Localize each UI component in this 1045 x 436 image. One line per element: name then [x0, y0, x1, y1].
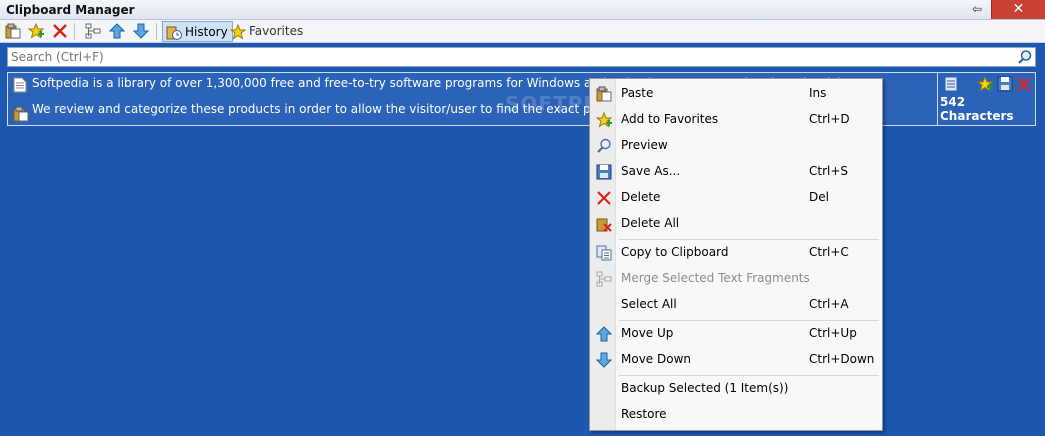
toolbar: History Favorites — [0, 20, 1045, 43]
menu-item-shortcut: Ctrl+S — [809, 164, 849, 178]
merge-icon — [85, 23, 101, 39]
menu-separator — [619, 239, 879, 240]
menu-item-shortcut: Ctrl+D — [809, 112, 850, 126]
menu-item-delete-all[interactable]: Delete All — [592, 212, 880, 236]
copy-icon — [596, 245, 612, 261]
pin-icon[interactable]: ⇦ — [964, 1, 990, 18]
menu-item-backup-selected[interactable]: Backup Selected (1 Item(s)) — [592, 377, 880, 401]
magnifier-icon — [597, 138, 611, 153]
add-favorite-icon — [596, 112, 612, 128]
menu-item-shortcut: Ctrl+Down — [809, 352, 875, 366]
search-icon[interactable] — [1017, 49, 1033, 65]
preview-note-icon[interactable] — [943, 76, 959, 92]
window-title: Clipboard Manager — [6, 3, 135, 17]
menu-item-shortcut: Ctrl+C — [809, 245, 849, 259]
delete-icon — [53, 24, 67, 38]
move-up-icon — [109, 23, 125, 39]
paste-icon — [5, 23, 21, 39]
move-up-button[interactable] — [107, 22, 127, 41]
add-favorite-icon — [28, 23, 44, 39]
toolbar-separator — [156, 23, 157, 40]
menu-separator — [619, 375, 879, 376]
menu-item-shortcut: Ctrl+Up — [809, 326, 857, 340]
delete-button[interactable] — [50, 22, 70, 41]
star-icon — [230, 24, 246, 40]
menu-item-paste[interactable]: Paste Ins — [592, 82, 880, 106]
menu-item-label: Select All — [621, 297, 677, 311]
paste-button[interactable] — [3, 22, 23, 41]
menu-item-label: Copy to Clipboard — [621, 245, 729, 259]
title-bar: Clipboard Manager ⇦ ✕ — [0, 0, 1045, 20]
save-icon — [596, 164, 612, 180]
close-button[interactable]: ✕ — [991, 0, 1045, 19]
menu-item-select-all[interactable]: Select All Ctrl+A — [592, 293, 880, 317]
menu-item-label: Restore — [621, 407, 667, 421]
menu-item-label: Delete All — [621, 216, 680, 230]
text-document-icon — [13, 77, 27, 93]
tab-history[interactable]: History — [162, 21, 233, 42]
delete-icon[interactable] — [1016, 76, 1032, 92]
menu-item-label: Add to Favorites — [621, 112, 719, 126]
paste-icon — [13, 106, 29, 122]
menu-item-label: Move Down — [621, 352, 691, 366]
merge-icon — [596, 271, 612, 287]
paste-icon — [596, 86, 612, 102]
menu-item-shortcut: Ctrl+A — [809, 297, 849, 311]
menu-item-move-up[interactable]: Move Up Ctrl+Up — [592, 322, 880, 346]
menu-item-shortcut: Del — [809, 190, 829, 204]
context-menu: Paste Ins Add to Favorites Ctrl+D Previe… — [589, 78, 883, 431]
menu-item-label: Backup Selected (1 Item(s)) — [621, 381, 789, 395]
add-favorite-icon[interactable] — [977, 76, 993, 92]
menu-item-add-to-favorites[interactable]: Add to Favorites Ctrl+D — [592, 108, 880, 132]
tab-favorites[interactable]: Favorites — [227, 21, 307, 42]
move-down-icon — [133, 23, 149, 39]
delete-icon — [597, 191, 611, 205]
save-icon[interactable] — [997, 76, 1013, 92]
clip-divider — [937, 73, 938, 125]
delete-all-icon — [596, 218, 612, 232]
menu-item-label: Merge Selected Text Fragments — [621, 271, 810, 285]
tab-favorites-label: Favorites — [249, 24, 304, 38]
move-up-icon — [596, 326, 612, 342]
merge-button[interactable] — [83, 22, 103, 41]
toolbar-separator — [74, 23, 75, 40]
menu-item-shortcut: Ins — [809, 86, 827, 100]
menu-item-preview[interactable]: Preview — [592, 134, 880, 158]
menu-item-restore[interactable]: Restore — [592, 403, 880, 427]
menu-item-label: Save As... — [621, 164, 681, 178]
move-down-button[interactable] — [131, 22, 151, 41]
menu-item-delete[interactable]: Delete Del — [592, 186, 880, 210]
search-box — [7, 47, 1036, 67]
add-favorite-button[interactable] — [26, 22, 46, 41]
menu-item-label: Move Up — [621, 326, 674, 340]
history-icon — [166, 26, 182, 40]
menu-item-label: Preview — [621, 138, 668, 152]
menu-item-label: Delete — [621, 190, 661, 204]
character-count: 542 Characters — [940, 95, 1014, 123]
menu-separator — [619, 320, 879, 321]
search-input[interactable] — [11, 49, 1001, 65]
move-down-icon — [596, 352, 612, 368]
tab-history-label: History — [185, 25, 228, 39]
menu-item-merge-selected[interactable]: Merge Selected Text Fragments — [592, 267, 880, 291]
menu-item-label: Paste — [621, 86, 654, 100]
menu-item-save-as[interactable]: Save As... Ctrl+S — [592, 160, 880, 184]
menu-item-move-down[interactable]: Move Down Ctrl+Down — [592, 348, 880, 372]
menu-item-copy-to-clipboard[interactable]: Copy to Clipboard Ctrl+C — [592, 241, 880, 265]
